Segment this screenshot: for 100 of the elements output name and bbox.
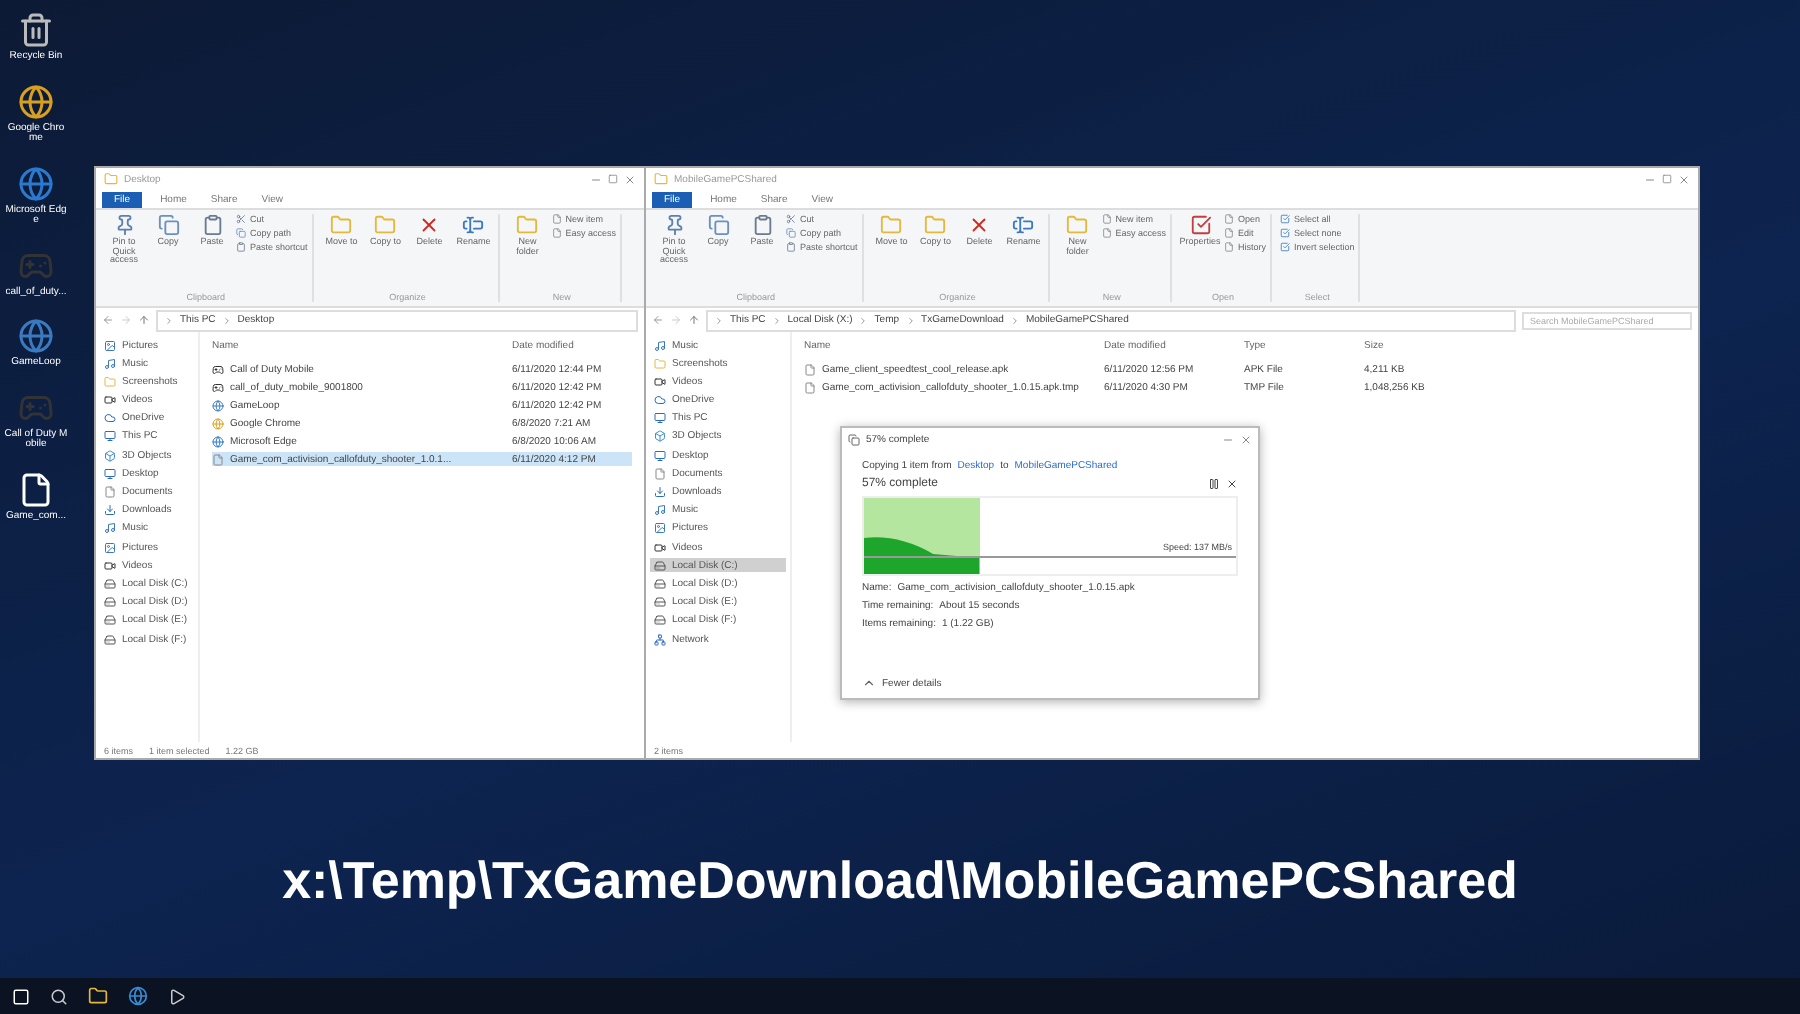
globe-icon [18, 165, 54, 201]
chevron-icon [714, 315, 724, 325]
gamepad-icon [212, 363, 224, 375]
pause-icon[interactable] [1208, 478, 1220, 490]
download-icon [104, 504, 116, 517]
network-icon [654, 633, 666, 645]
file-icon [1224, 214, 1235, 224]
up-icon[interactable] [138, 314, 150, 326]
globe-icon [18, 318, 54, 354]
film-icon [104, 394, 116, 407]
drive-icon [654, 559, 666, 572]
picture-icon [104, 339, 116, 351]
drive-icon [104, 633, 116, 645]
cancel-icon[interactable] [1226, 478, 1238, 490]
monitor-icon [654, 449, 666, 462]
delete-icon [418, 214, 441, 236]
music-note-icon [654, 339, 666, 351]
globe-icon [212, 417, 224, 429]
drive-icon [104, 577, 116, 590]
search-icon[interactable] [50, 987, 68, 1005]
file-icon [1101, 214, 1112, 224]
chevron-icon [905, 315, 916, 325]
checkbox-icon [1280, 214, 1291, 224]
folder-icon [880, 214, 903, 236]
globe-icon [18, 83, 54, 119]
back-icon[interactable] [652, 314, 664, 326]
folder-icon [924, 214, 947, 236]
folder-icon [104, 375, 116, 388]
chevron-up-icon[interactable] [862, 676, 876, 690]
copy-icon [786, 228, 796, 238]
file-icon [551, 228, 562, 238]
pin-icon [113, 214, 135, 236]
copy-icon [707, 214, 729, 236]
maximize-icon[interactable] [1662, 174, 1672, 184]
chevron-icon [858, 315, 869, 325]
path-caption: x:\Temp\TxGameDownload\MobileGamePCShared [282, 850, 1518, 910]
chevron-icon [771, 315, 782, 325]
picture-icon [654, 522, 666, 535]
copy-icon [236, 228, 246, 238]
properties-icon [1189, 214, 1212, 236]
rename-icon [462, 214, 485, 236]
globe-icon [212, 399, 224, 411]
drive-icon [104, 614, 116, 627]
checkbox-icon [1280, 228, 1291, 238]
folder-icon [104, 172, 118, 186]
folder-icon [654, 172, 668, 186]
play-icon[interactable] [168, 987, 186, 1005]
monitor-icon [104, 467, 116, 480]
file-icon [654, 467, 666, 480]
rename-icon [1012, 214, 1035, 236]
chevron-icon [221, 315, 232, 325]
film-icon [104, 559, 116, 572]
close-icon[interactable] [1678, 173, 1690, 185]
film-icon [654, 375, 666, 388]
folder-icon [330, 214, 353, 236]
drive-icon [654, 577, 666, 590]
folder-icon[interactable] [88, 986, 108, 1006]
music-note-icon [104, 522, 116, 535]
download-icon [654, 486, 666, 498]
folder-icon [654, 357, 666, 370]
start-icon[interactable] [12, 987, 30, 1005]
clipboard-icon [236, 242, 246, 252]
globe-icon[interactable] [128, 986, 148, 1006]
music-note-icon [654, 504, 666, 517]
scissors-icon [786, 214, 796, 224]
up-icon[interactable] [688, 314, 700, 326]
folder-icon [516, 214, 539, 236]
monitor-icon [104, 430, 116, 443]
globe-icon [212, 435, 224, 447]
chevron-icon [1009, 315, 1020, 325]
copy-icon [157, 214, 179, 236]
checkbox-icon [1280, 242, 1291, 252]
cube-icon [654, 430, 666, 443]
gamepad-icon [212, 381, 224, 393]
monitor-icon [654, 412, 666, 425]
cloud-icon [104, 412, 116, 425]
file-icon [212, 453, 224, 465]
trash-icon [18, 12, 54, 48]
pin-icon [663, 214, 685, 236]
maximize-icon[interactable] [608, 174, 618, 184]
clipboard-icon [201, 214, 223, 236]
drive-icon [654, 596, 666, 609]
file-icon [1224, 228, 1235, 238]
film-icon [654, 541, 666, 554]
folder-icon [374, 214, 397, 236]
drive-icon [654, 614, 666, 627]
scissors-icon [236, 214, 246, 224]
music-note-icon [104, 357, 116, 370]
close-icon[interactable] [624, 173, 636, 185]
close-icon[interactable] [1240, 434, 1252, 446]
file-icon [104, 486, 116, 498]
picture-icon [104, 541, 116, 554]
clipboard-icon [786, 242, 796, 252]
file-icon [551, 214, 562, 224]
drive-icon [104, 596, 116, 609]
chevron-icon [164, 315, 174, 325]
cube-icon [104, 449, 116, 462]
delete-icon [968, 214, 991, 236]
file-icon [804, 381, 816, 393]
back-icon[interactable] [102, 314, 114, 326]
